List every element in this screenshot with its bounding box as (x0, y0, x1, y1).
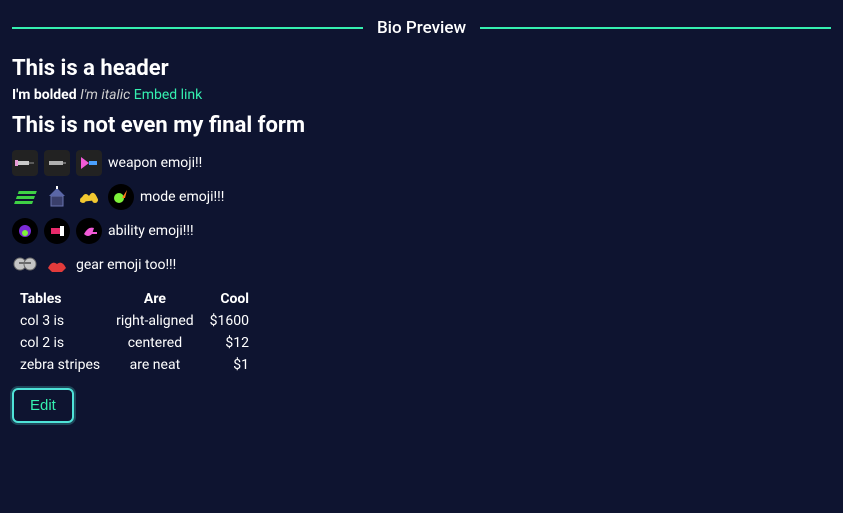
table-header-row: Tables Are Cool (12, 288, 257, 310)
edit-button[interactable]: Edit (12, 388, 74, 423)
table-cell: are neat (108, 354, 202, 376)
ability-emoji-label: ability emoji!!! (108, 223, 194, 239)
table-header-cell: Tables (12, 288, 108, 310)
table-cell: $12 (202, 332, 257, 354)
ability-emoji-2-icon (44, 218, 70, 244)
mode-emoji-3-icon (76, 184, 102, 210)
panel-title-row: Bio Preview (12, 0, 831, 46)
divider-right (480, 27, 831, 29)
bio-header-1: This is a header (12, 56, 831, 81)
bold-sample: I'm bolded (12, 87, 77, 103)
mode-emoji-1-icon (12, 184, 38, 210)
table-cell: $1600 (202, 310, 257, 332)
mode-emoji-4-icon (108, 184, 134, 210)
gear-emoji-label: gear emoji too!!! (76, 257, 176, 273)
ability-emoji-3-icon (76, 218, 102, 244)
table-header-cell: Cool (202, 288, 257, 310)
inline-formatting-row: I'm bolded I'm italic Embed link (12, 87, 831, 103)
weapon-emoji-3-icon (76, 150, 102, 176)
gear-emoji-line: gear emoji too!!! (12, 252, 831, 278)
table-cell: col 3 is (12, 310, 108, 332)
italic-sample: I'm italic (80, 87, 130, 103)
bio-preview-panel: Bio Preview This is a header I'm bolded … (0, 0, 843, 435)
table-row: col 2 is centered $12 (12, 332, 257, 354)
ability-emoji-1-icon (12, 218, 38, 244)
weapon-emoji-line: weapon emoji!! (12, 150, 831, 176)
ability-emoji-line: ability emoji!!! (12, 218, 831, 244)
bio-table: Tables Are Cool col 3 is right-aligned $… (12, 288, 257, 376)
bio-header-2: This is not even my final form (12, 113, 831, 138)
table-row: zebra stripes are neat $1 (12, 354, 257, 376)
mode-emoji-label: mode emoji!!! (140, 189, 224, 205)
table-cell: $1 (202, 354, 257, 376)
gear-emoji-1-icon (12, 252, 38, 278)
table-row: col 3 is right-aligned $1600 (12, 310, 257, 332)
table-cell: centered (108, 332, 202, 354)
table-cell: col 2 is (12, 332, 108, 354)
embed-link[interactable]: Embed link (134, 87, 203, 103)
panel-title: Bio Preview (377, 18, 466, 38)
table-cell: zebra stripes (12, 354, 108, 376)
divider-left (12, 27, 363, 29)
mode-emoji-line: mode emoji!!! (12, 184, 831, 210)
gear-emoji-2-icon (44, 252, 70, 278)
weapon-emoji-label: weapon emoji!! (108, 155, 202, 171)
weapon-emoji-1-icon (12, 150, 38, 176)
table-header-cell: Are (108, 288, 202, 310)
weapon-emoji-2-icon (44, 150, 70, 176)
table-cell: right-aligned (108, 310, 202, 332)
mode-emoji-2-icon (44, 184, 70, 210)
